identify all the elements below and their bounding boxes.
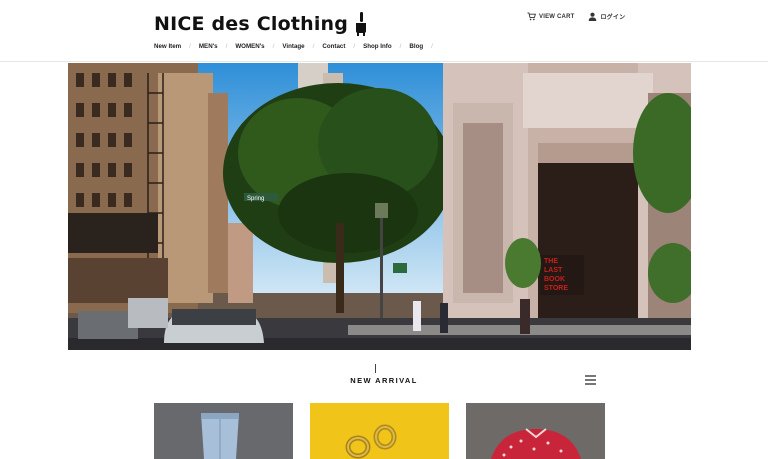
store-sign-line-1: THE (544, 258, 558, 265)
login-label: ログイン (600, 15, 626, 21)
site-logo[interactable]: NICE des Clothing (154, 10, 368, 38)
nav-separator: / (431, 43, 433, 50)
nav-item-new-item[interactable]: New Item (154, 43, 181, 50)
hero-street-scene: THE LAST BOOK STORE Spring (68, 63, 691, 350)
cart-icon (527, 12, 536, 21)
nav-item-vintage[interactable]: Vintage (282, 43, 304, 50)
nav-item-contact[interactable]: Contact (322, 43, 345, 50)
header-actions: VIEW CART ログイン (527, 12, 625, 21)
logo-text: NICE des Clothing (154, 13, 349, 35)
site-header: NICE des Clothing VIEW CART ログイン New Ite… (0, 0, 768, 62)
nav-item-shop-info[interactable]: Shop Info (363, 43, 392, 50)
view-cart-link[interactable]: VIEW CART (527, 12, 574, 21)
product-card[interactable] (154, 403, 293, 459)
store-sign-line-4: STORE (544, 285, 568, 292)
nav-separator: / (189, 43, 191, 50)
nav-separator: / (312, 43, 315, 50)
user-icon (589, 12, 597, 21)
store-sign-line-2: LAST (544, 267, 563, 274)
hand-cursor-icon (356, 12, 367, 36)
store-sign-line-3: BOOK (544, 276, 565, 283)
product-image-earrings (310, 403, 449, 459)
section-title: NEW ARRIVAL (350, 376, 418, 385)
main-nav: New Item / MEN's / WOMEN's / Vintage / C… (154, 43, 441, 50)
nav-separator: / (272, 43, 275, 50)
product-image-red-shirt (466, 403, 605, 459)
nav-item-mens[interactable]: MEN's (199, 43, 218, 50)
nav-item-blog[interactable]: Blog (409, 43, 423, 50)
product-image-denim (154, 403, 293, 459)
nav-separator: / (225, 43, 228, 50)
product-card[interactable] (310, 403, 449, 459)
nav-separator: / (353, 43, 356, 50)
product-card[interactable] (466, 403, 605, 459)
section-divider (375, 364, 376, 373)
street-sign-text: Spring (247, 196, 264, 202)
hero-image[interactable]: THE LAST BOOK STORE Spring (68, 63, 691, 350)
view-cart-label: VIEW CART (539, 13, 575, 20)
hamburger-menu-icon[interactable] (585, 375, 596, 385)
login-link[interactable]: ログイン (588, 12, 625, 21)
nav-item-womens[interactable]: WOMEN's (235, 43, 264, 50)
nav-separator: / (399, 43, 402, 50)
